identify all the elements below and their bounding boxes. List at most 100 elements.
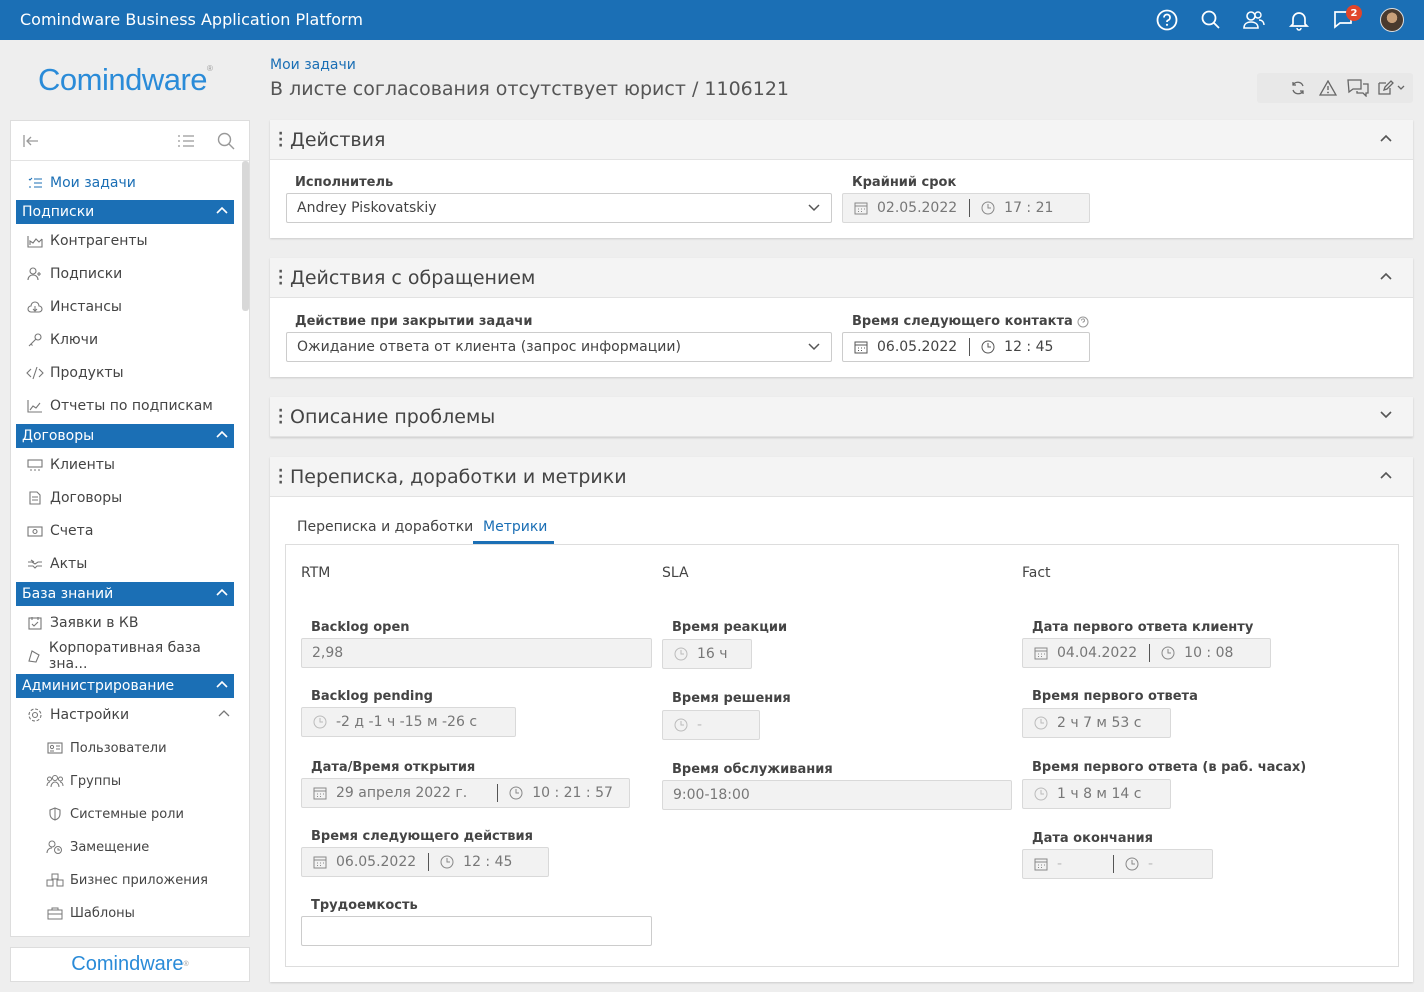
chevron-up-icon[interactable] — [1379, 133, 1393, 143]
chart-icon — [24, 399, 46, 413]
sidebar-item-my-tasks[interactable]: Мои задачи — [16, 168, 234, 198]
next-contact-field[interactable]: 06.05.2022 12 : 45 — [842, 332, 1090, 362]
clock-icon — [1160, 645, 1176, 661]
chevron-down-icon — [807, 341, 821, 353]
drag-handle-icon[interactable]: · · · — [278, 265, 283, 291]
sidebar-item-users[interactable]: Пользователи — [16, 733, 234, 763]
handshake-icon — [24, 557, 46, 571]
open-datetime-label: Дата/Время открытия — [311, 760, 476, 775]
sidebar-section-contracts[interactable]: Договоры — [16, 424, 234, 448]
clock-icon — [673, 646, 689, 662]
clock-icon — [1033, 715, 1049, 731]
sidebar-item-kb-requests[interactable]: Заявки в КВ — [16, 608, 234, 638]
service-time-label: Время обслуживания — [672, 762, 833, 777]
sidebar-section-knowledge-base[interactable]: База знаний — [16, 582, 234, 606]
clock-icon — [980, 200, 996, 216]
panel-problem-description: · · · Описание проблемы — [270, 397, 1413, 437]
sidebar-section-administration[interactable]: Администрирование — [16, 674, 234, 698]
help-icon[interactable] — [1156, 9, 1178, 31]
logo: Comindware® — [38, 62, 213, 97]
sidebar-item-keys[interactable]: Ключи — [16, 325, 234, 355]
avatar[interactable] — [1380, 8, 1404, 32]
app-title: Comindware Business Application Platform — [20, 10, 363, 29]
first-reply-date-field: 04.04.2022 10 : 08 — [1022, 638, 1271, 668]
page-title: В листе согласования отсутствует юрист /… — [270, 78, 790, 100]
sidebar-item-invoices[interactable]: Счета — [16, 516, 234, 546]
close-action-select[interactable]: Ожидание ответа от клиента (запрос инфор… — [286, 332, 832, 362]
calendar-icon — [1033, 856, 1049, 872]
next-contact-label: Время следующего контакта — [852, 314, 1089, 329]
sidebar-toolbar — [11, 121, 249, 161]
clock-icon[interactable] — [980, 339, 996, 355]
close-action-label: Действие при закрытии задачи — [295, 314, 533, 329]
comments-icon[interactable] — [1347, 77, 1369, 99]
users-icon[interactable] — [1242, 9, 1266, 31]
sidebar-search-icon[interactable] — [216, 131, 236, 151]
list-icon[interactable] — [176, 131, 196, 151]
warning-icon[interactable] — [1317, 77, 1339, 99]
sidebar-item-substitution[interactable]: Замещение — [16, 832, 234, 862]
assignee-label: Исполнитель — [295, 175, 394, 190]
sidebar-item-subscriptions[interactable]: Подписки — [16, 259, 234, 289]
sidebar-scrollbar[interactable] — [242, 161, 249, 311]
calendar-icon — [312, 785, 328, 801]
assignee-select[interactable]: Andrey Piskovatskiy — [286, 193, 832, 223]
shield-icon — [44, 807, 66, 821]
chevron-up-icon[interactable] — [1379, 470, 1393, 480]
panel-header[interactable]: · · · Описание проблемы — [270, 397, 1413, 437]
sidebar-item-system-roles[interactable]: Системные роли — [16, 799, 234, 829]
sidebar-item-groups[interactable]: Группы — [16, 766, 234, 796]
clock-icon — [312, 714, 328, 730]
bell-icon[interactable] — [1288, 9, 1310, 31]
refresh-icon[interactable] — [1287, 77, 1309, 99]
chevron-up-icon — [216, 204, 228, 218]
sidebar-item-templates[interactable]: Шаблоны — [16, 898, 234, 928]
panel-header[interactable]: · · · Действия с обращением — [270, 258, 1413, 298]
id-card-icon — [44, 742, 66, 754]
info-icon[interactable] — [1077, 316, 1089, 328]
clock-icon — [673, 717, 689, 733]
clock-icon — [1033, 786, 1049, 802]
open-datetime-field: 29 апреля 2022 г. 10 : 21 : 57 — [301, 778, 630, 808]
backlog-open-label: Backlog open — [311, 620, 410, 635]
sidebar-section-subscriptions[interactable]: Подписки — [16, 200, 234, 224]
calendar-icon[interactable] — [853, 339, 869, 355]
sidebar-item-contracts[interactable]: Договоры — [16, 483, 234, 513]
sidebar-item-corp-kb[interactable]: Корпоративная база зна... — [16, 640, 234, 672]
sidebar-item-contractors[interactable]: Контрагенты — [16, 226, 234, 256]
chevron-up-icon — [216, 428, 228, 442]
edit-dropdown-icon[interactable] — [1377, 77, 1407, 99]
user-add-icon — [24, 267, 46, 281]
effort-input[interactable] — [301, 916, 652, 946]
sidebar-item-settings[interactable]: Настройки — [16, 700, 234, 730]
group-icon — [44, 774, 66, 788]
deadline-field: 02.05.2022 17 : 21 — [842, 193, 1090, 223]
sidebar-item-acts[interactable]: Акты — [16, 549, 234, 579]
collapse-sidebar-icon[interactable] — [21, 131, 41, 151]
tab-metrics[interactable]: Метрики — [483, 519, 547, 535]
first-reply-time-field: 2 ч 7 м 53 с — [1022, 708, 1171, 738]
breadcrumb[interactable]: Мои задачи — [270, 57, 356, 73]
drag-handle-icon[interactable]: · · · — [278, 464, 283, 490]
backlog-pending-label: Backlog pending — [311, 689, 433, 704]
money-icon — [24, 524, 46, 538]
toolbar — [1257, 73, 1413, 103]
search-icon[interactable] — [1200, 9, 1222, 31]
drag-handle-icon[interactable]: · · · — [278, 127, 283, 153]
sidebar-item-clients[interactable]: Клиенты — [16, 450, 234, 480]
sidebar-item-instances[interactable]: Инстансы — [16, 292, 234, 322]
sidebar-item-business-apps[interactable]: Бизнес приложения — [16, 865, 234, 895]
tab-correspondence[interactable]: Переписка и доработки — [297, 519, 473, 535]
chevron-up-icon[interactable] — [1379, 271, 1393, 281]
sidebar-item-products[interactable]: Продукты — [16, 358, 234, 388]
panel-header[interactable]: · · · Действия — [270, 120, 1413, 160]
panel-header[interactable]: · · · Переписка, доработки и метрики — [270, 457, 1413, 497]
chevron-up-icon — [216, 678, 228, 692]
briefcase-icon — [44, 906, 66, 920]
chevron-up-icon — [218, 708, 230, 720]
chevron-down-icon — [807, 202, 821, 214]
chevron-down-icon[interactable] — [1379, 410, 1393, 420]
sidebar-item-subscription-reports[interactable]: Отчеты по подпискам — [16, 391, 234, 421]
resolution-time-field: - — [662, 710, 760, 740]
drag-handle-icon[interactable]: · · · — [278, 404, 283, 430]
